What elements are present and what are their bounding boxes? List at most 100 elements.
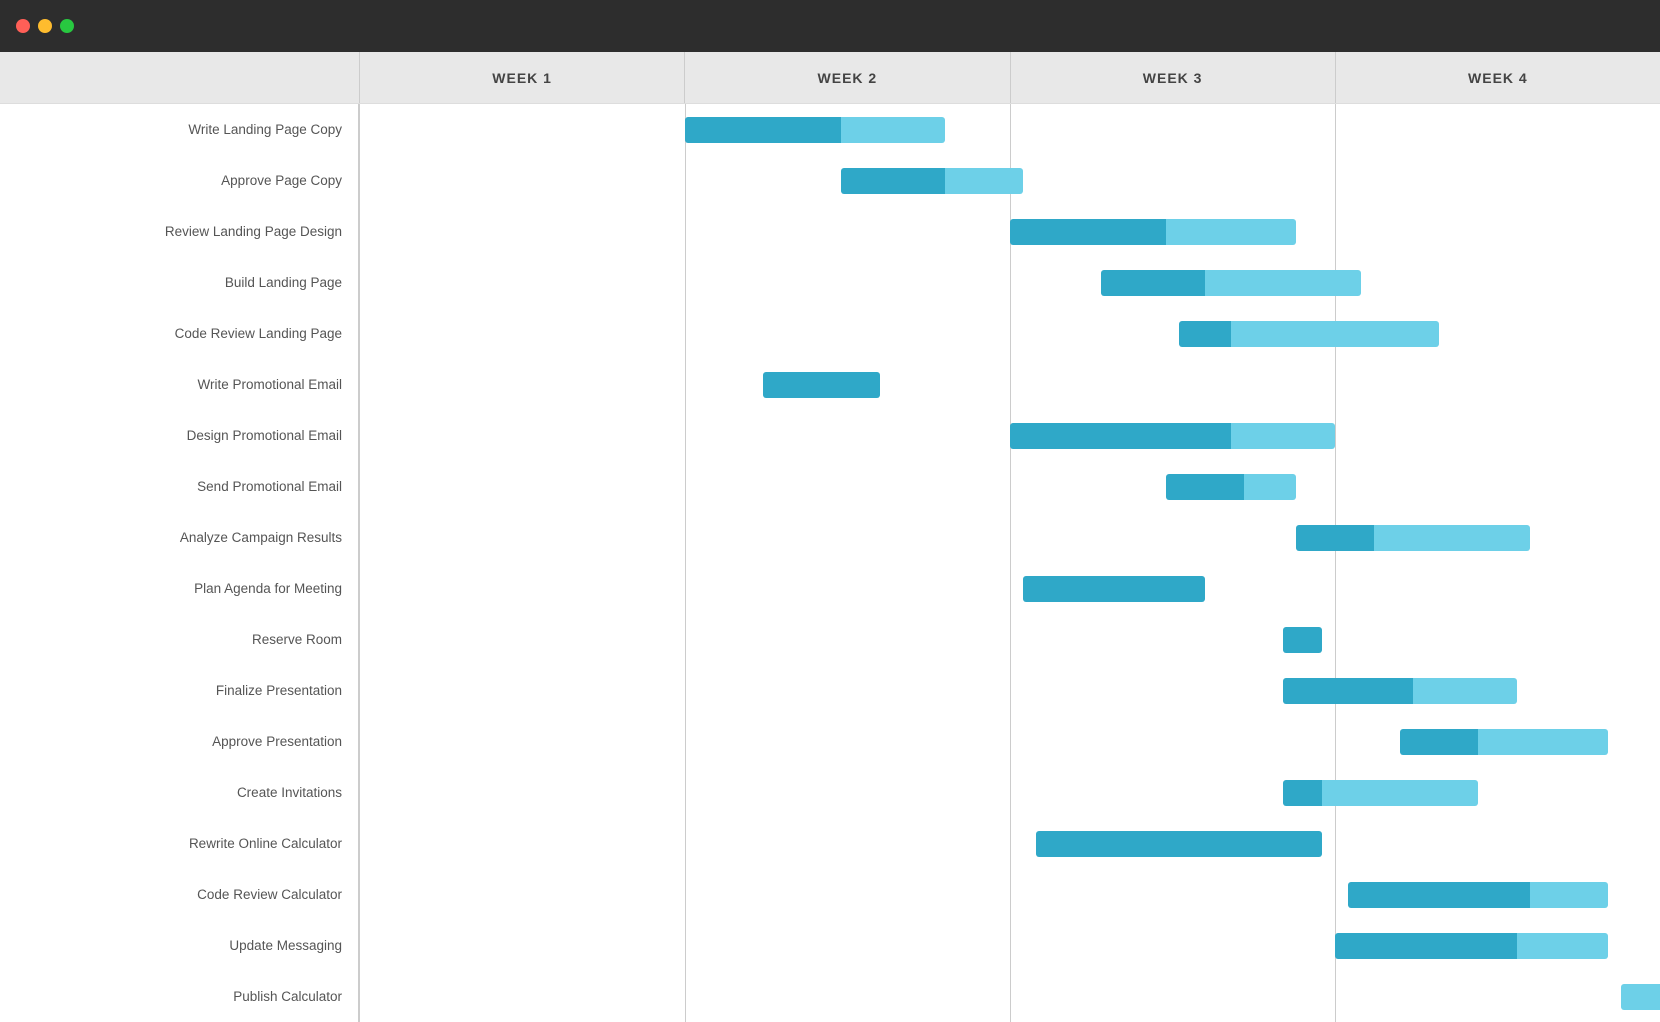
bar-done — [1296, 525, 1374, 551]
task-label: Reserve Room — [0, 614, 358, 665]
bar-remaining — [1231, 423, 1335, 449]
gantt-row — [360, 359, 1660, 410]
gantt-bar-group — [841, 168, 1023, 194]
week-col-2: WEEK 2 — [685, 52, 1010, 103]
gantt-row — [360, 563, 1660, 614]
gantt-bar-group — [1010, 219, 1296, 245]
task-label: Code Review Calculator — [0, 869, 358, 920]
maximize-button[interactable] — [60, 19, 74, 33]
close-button[interactable] — [16, 19, 30, 33]
bar-done — [1400, 729, 1478, 755]
task-label: Plan Agenda for Meeting — [0, 563, 358, 614]
bar-done — [1036, 831, 1322, 857]
bar-remaining — [1166, 219, 1296, 245]
gantt-row — [360, 614, 1660, 665]
bar-remaining — [1231, 321, 1439, 347]
gantt-row — [360, 767, 1660, 818]
task-label-column: Write Landing Page CopyApprove Page Copy… — [0, 104, 360, 1022]
gantt-row — [360, 512, 1660, 563]
chart-body: Write Landing Page CopyApprove Page Copy… — [0, 104, 1660, 1022]
task-label: Create Invitations — [0, 767, 358, 818]
bar-done — [685, 117, 841, 143]
gantt-bar-group — [1283, 678, 1517, 704]
task-label: Finalize Presentation — [0, 665, 358, 716]
task-label: Write Landing Page Copy — [0, 104, 358, 155]
task-label: Send Promotional Email — [0, 461, 358, 512]
bar-done — [1283, 678, 1413, 704]
week-header: WEEK 1 WEEK 2 WEEK 3 WEEK 4 — [0, 52, 1660, 104]
gantt-row — [360, 155, 1660, 206]
bar-done — [1166, 474, 1244, 500]
gantt-bar-group — [1179, 321, 1439, 347]
week-col-3: WEEK 3 — [1011, 52, 1336, 103]
task-label: Write Promotional Email — [0, 359, 358, 410]
gantt-bar-group — [1010, 423, 1335, 449]
gantt-bar-group — [1023, 576, 1205, 602]
task-label: Code Review Landing Page — [0, 308, 358, 359]
week-col-1: WEEK 1 — [360, 52, 685, 103]
bar-remaining — [1517, 933, 1608, 959]
bar-done — [1010, 423, 1231, 449]
task-label: Rewrite Online Calculator — [0, 818, 358, 869]
task-label: Review Landing Page Design — [0, 206, 358, 257]
gantt-bar-group — [1036, 831, 1322, 857]
gantt-area — [360, 104, 1660, 1022]
bar-remaining — [841, 117, 945, 143]
bar-remaining — [1621, 984, 1660, 1010]
bar-done — [1101, 270, 1205, 296]
gantt-bar-group — [1283, 627, 1322, 653]
bar-done — [763, 372, 880, 398]
bar-remaining — [1322, 780, 1478, 806]
gantt-row — [360, 410, 1660, 461]
bar-done — [1179, 321, 1231, 347]
header-spacer — [0, 52, 360, 103]
gantt-chart: WEEK 1 WEEK 2 WEEK 3 WEEK 4 Write Landin… — [0, 52, 1660, 1022]
gantt-row — [360, 869, 1660, 920]
gantt-row — [360, 308, 1660, 359]
gantt-bar-group — [685, 117, 945, 143]
task-label: Approve Page Copy — [0, 155, 358, 206]
gantt-row — [360, 716, 1660, 767]
gantt-bar-group — [1166, 474, 1296, 500]
gantt-row — [360, 461, 1660, 512]
bar-remaining — [1478, 729, 1608, 755]
bar-done — [1283, 627, 1322, 653]
gantt-bar-group — [1335, 933, 1608, 959]
gantt-rows — [360, 104, 1660, 1022]
bar-remaining — [1205, 270, 1361, 296]
gantt-bar-group — [1348, 882, 1608, 908]
bar-done — [1348, 882, 1530, 908]
task-label: Publish Calculator — [0, 971, 358, 1022]
bar-done — [1335, 933, 1517, 959]
task-label: Design Promotional Email — [0, 410, 358, 461]
bar-remaining — [1244, 474, 1296, 500]
task-label: Analyze Campaign Results — [0, 512, 358, 563]
titlebar — [0, 0, 1660, 52]
gantt-bar-group — [1400, 729, 1608, 755]
bar-remaining — [1413, 678, 1517, 704]
minimize-button[interactable] — [38, 19, 52, 33]
gantt-row — [360, 665, 1660, 716]
gantt-row — [360, 104, 1660, 155]
bar-remaining — [1530, 882, 1608, 908]
task-label: Build Landing Page — [0, 257, 358, 308]
gantt-bar-group — [1621, 984, 1660, 1010]
bar-done — [1023, 576, 1205, 602]
task-label: Update Messaging — [0, 920, 358, 971]
week-col-4: WEEK 4 — [1336, 52, 1660, 103]
gantt-bar-group — [763, 372, 880, 398]
bar-done — [841, 168, 945, 194]
gantt-row — [360, 971, 1660, 1022]
task-label: Approve Presentation — [0, 716, 358, 767]
gantt-row — [360, 206, 1660, 257]
gantt-row — [360, 920, 1660, 971]
bar-done — [1010, 219, 1166, 245]
gantt-bar-group — [1296, 525, 1530, 551]
gantt-row — [360, 818, 1660, 869]
gantt-row — [360, 257, 1660, 308]
bar-done — [1283, 780, 1322, 806]
bar-remaining — [1374, 525, 1530, 551]
bar-remaining — [945, 168, 1023, 194]
gantt-bar-group — [1101, 270, 1361, 296]
gantt-bar-group — [1283, 780, 1478, 806]
